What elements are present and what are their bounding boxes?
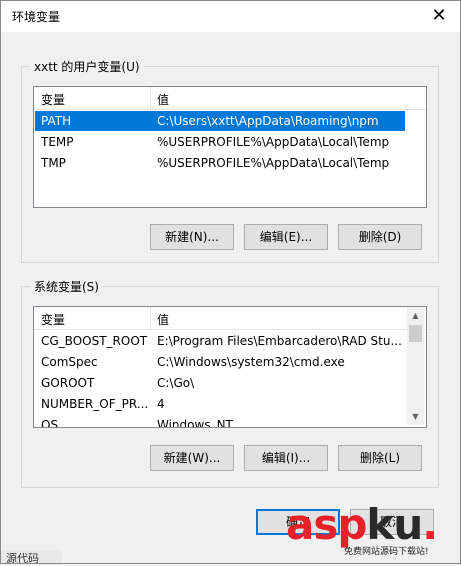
variable-value: %USERPROFILE%\AppData\Local\Temp	[157, 156, 390, 170]
scroll-thumb[interactable]	[409, 325, 422, 342]
column-header-variable[interactable]: 变量	[41, 311, 65, 328]
user-delete-button[interactable]: 删除(D)	[338, 224, 422, 250]
table-row[interactable]: CG_BOOST_ROOT E:\Program Files\Embarcade…	[35, 331, 405, 351]
column-header-variable[interactable]: 变量	[41, 91, 65, 108]
variable-value: C:\Users\xxtt\AppData\Roaming\npm	[157, 114, 379, 128]
system-new-button[interactable]: 新建(W)...	[150, 445, 234, 471]
user-variables-list[interactable]: 变量 值 PATH C:\Users\xxtt\AppData\Roaming\…	[33, 86, 427, 208]
list-header: 变量 值	[34, 307, 426, 330]
variable-value: E:\Program Files\Embarcadero\RAD Stu...	[157, 334, 401, 348]
variable-name: CG_BOOST_ROOT	[41, 334, 148, 348]
table-row[interactable]: NUMBER_OF_PR... 4	[35, 394, 405, 414]
user-edit-button[interactable]: 编辑(E)...	[244, 224, 328, 250]
title-bar: 环境变量 ✕	[0, 0, 461, 32]
system-delete-button[interactable]: 删除(L)	[338, 445, 422, 471]
close-icon[interactable]: ✕	[425, 4, 453, 28]
variable-value: C:\Windows\system32\cmd.exe	[157, 355, 345, 369]
variable-name: NUMBER_OF_PR...	[41, 397, 149, 411]
list-header: 变量 值	[34, 87, 426, 110]
user-new-button[interactable]: 新建(N)...	[150, 224, 234, 250]
table-row[interactable]: TEMP %USERPROFILE%\AppData\Local\Temp	[35, 132, 425, 152]
table-row[interactable]: ComSpec C:\Windows\system32\cmd.exe	[35, 352, 405, 372]
variable-value: 4	[157, 397, 165, 411]
variable-name: GOROOT	[41, 376, 95, 390]
background-window-text: 源代码	[0, 550, 62, 565]
variable-name: TEMP	[41, 135, 74, 149]
column-header-value[interactable]: 值	[157, 91, 169, 108]
variable-name: OS	[41, 418, 59, 428]
variable-value: Windows_NT	[157, 418, 233, 428]
variable-value: %USERPROFILE%\AppData\Local\Temp	[157, 135, 390, 149]
table-row[interactable]: TMP %USERPROFILE%\AppData\Local\Temp	[35, 153, 425, 173]
table-row[interactable]: OS Windows_NT	[35, 415, 405, 428]
system-edit-button[interactable]: 编辑(I)...	[244, 445, 328, 471]
window-title: 环境变量	[12, 10, 61, 24]
watermark-subtitle: 免费网站源码下载站!	[344, 547, 429, 557]
variable-name: ComSpec	[41, 355, 98, 369]
column-header-value[interactable]: 值	[157, 311, 169, 328]
user-variables-label: xxtt 的用户变量(U)	[30, 58, 144, 75]
scroll-up-icon[interactable]: ▲	[407, 307, 424, 324]
scroll-down-icon[interactable]: ▼	[407, 408, 424, 425]
variable-name: PATH	[41, 114, 72, 128]
system-variables-label: 系统变量(S)	[30, 278, 103, 295]
system-variables-list[interactable]: 变量 值 CG_BOOST_ROOT E:\Program Files\Emba…	[33, 306, 427, 428]
watermark-logo: aspku.	[286, 500, 438, 549]
table-row[interactable]: GOROOT C:\Go\	[35, 373, 405, 393]
variable-name: TMP	[41, 156, 66, 170]
variable-value: C:\Go\	[157, 376, 195, 390]
table-row[interactable]: PATH C:\Users\xxtt\AppData\Roaming\npm	[35, 111, 405, 131]
vertical-scrollbar[interactable]: ▲ ▼	[407, 307, 424, 425]
